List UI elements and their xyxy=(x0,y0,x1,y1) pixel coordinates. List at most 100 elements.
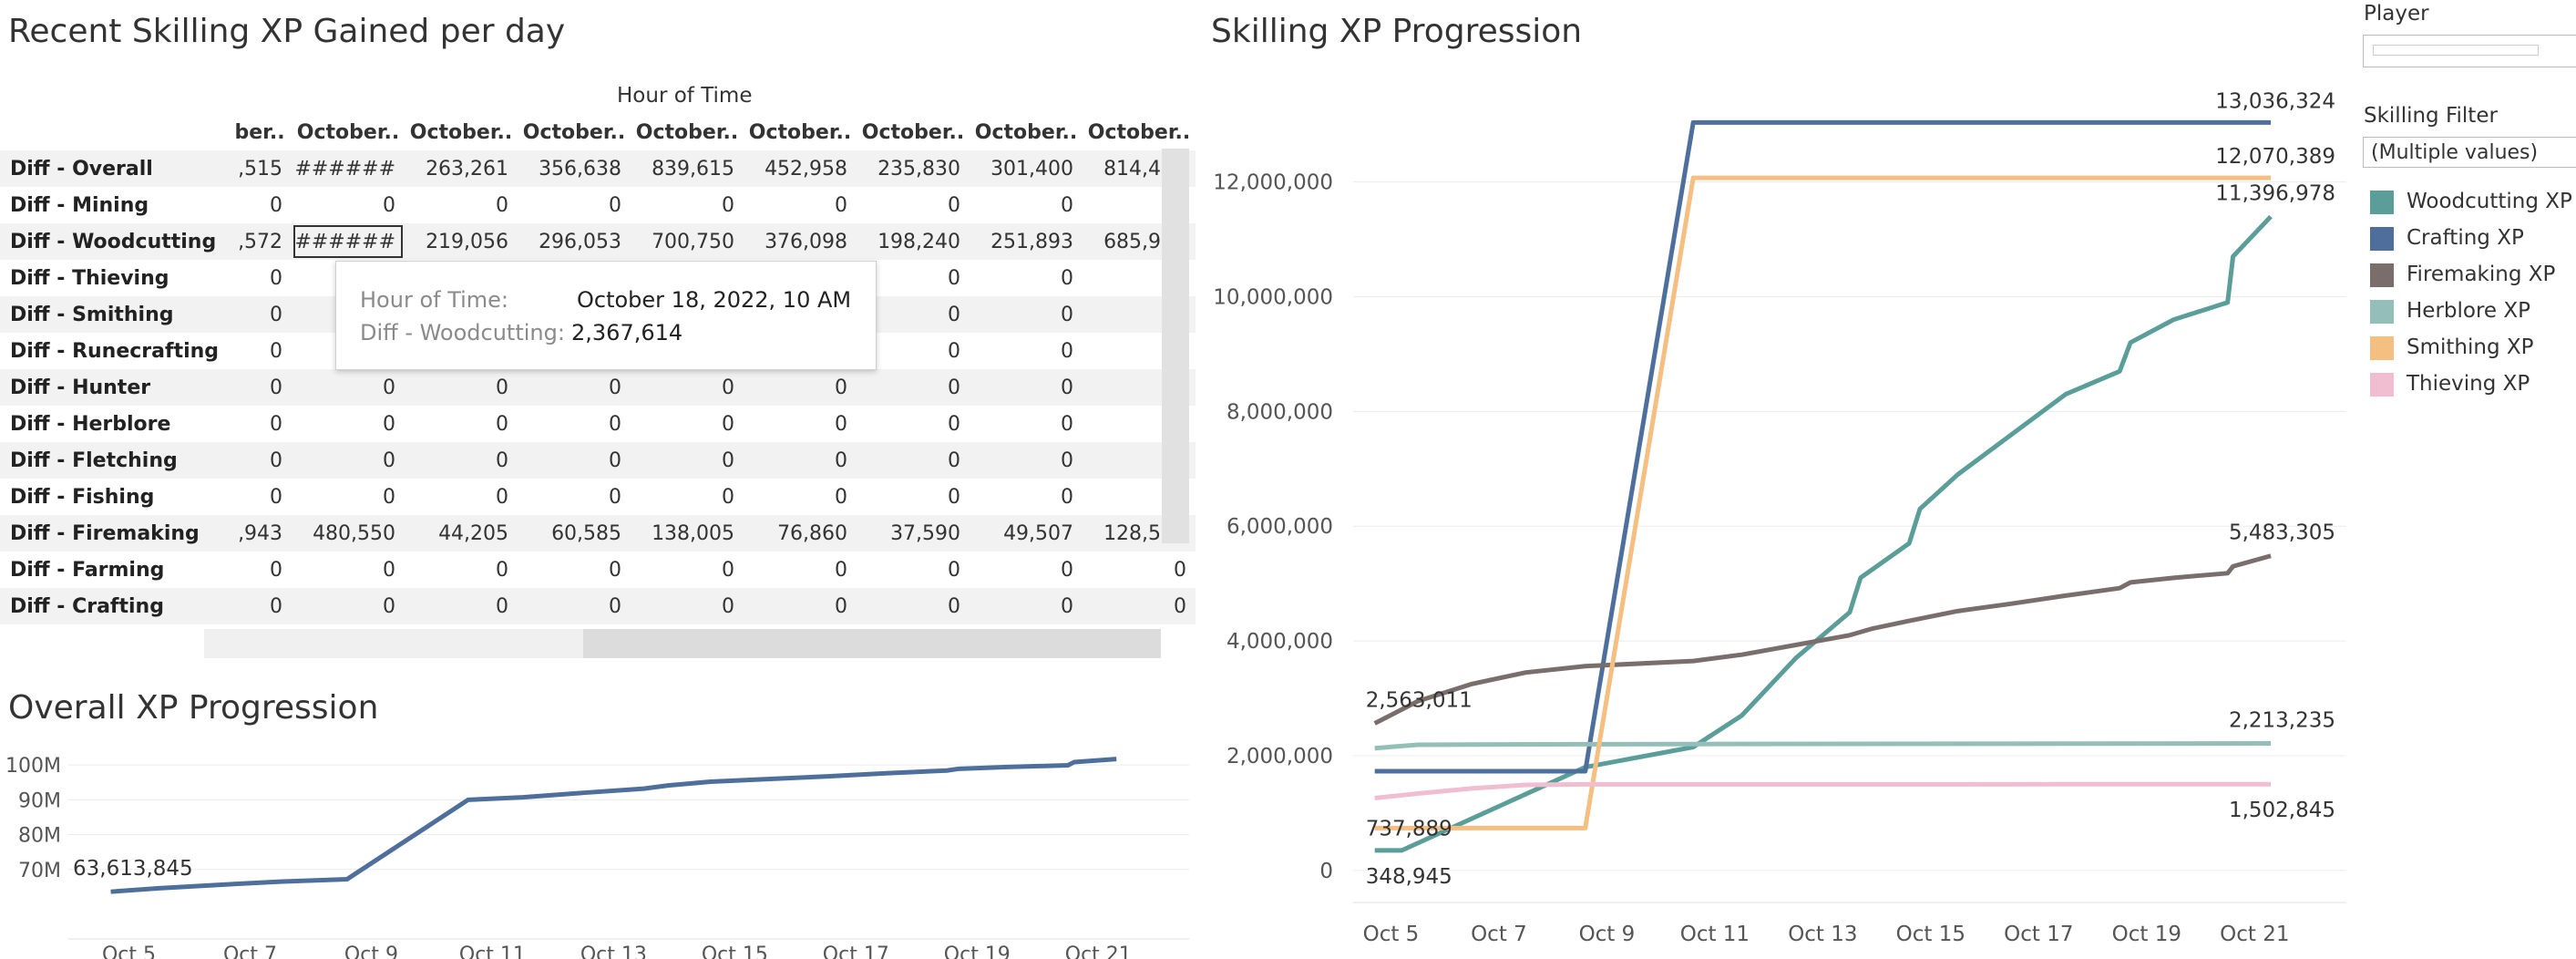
table-cell[interactable]: 0 xyxy=(857,552,970,588)
row-header[interactable]: Diff - Crafting xyxy=(0,588,229,624)
table-cell[interactable]: 0 xyxy=(970,442,1083,479)
column-header[interactable]: October.. xyxy=(857,114,970,150)
row-header[interactable]: Diff - Smithing xyxy=(0,296,229,333)
table-cell[interactable]: 296,053 xyxy=(518,223,631,260)
table-cell[interactable]: 0 xyxy=(518,588,631,624)
table-cell[interactable]: 700,750 xyxy=(631,223,744,260)
column-header[interactable]: October.. xyxy=(970,114,1083,150)
table-cell[interactable]: 0 xyxy=(228,296,292,333)
column-header[interactable]: October.. xyxy=(405,114,518,150)
table-cell[interactable]: 452,958 xyxy=(744,150,857,187)
table-cell[interactable]: 376,098 xyxy=(744,223,857,260)
legend-item[interactable]: Firemaking XP xyxy=(2370,263,2555,290)
table-cell[interactable]: 219,056 xyxy=(405,223,518,260)
table-cell[interactable]: 0 xyxy=(518,479,631,515)
table-cell[interactable]: ,572 xyxy=(228,223,292,260)
row-header[interactable]: Diff - Fishing xyxy=(0,479,228,515)
table-cell[interactable]: ###### xyxy=(292,150,405,187)
table-cell[interactable]: 356,638 xyxy=(518,150,631,187)
row-header[interactable]: Diff - Woodcutting xyxy=(0,223,229,260)
table-cell[interactable]: 0 xyxy=(228,333,292,369)
table-cell[interactable]: 0 xyxy=(744,187,857,223)
skilling-filter-dropdown[interactable]: (Multiple values) xyxy=(2363,137,2576,168)
table-cell[interactable]: 0 xyxy=(518,442,631,479)
table-cell[interactable]: 0 xyxy=(1083,588,1196,624)
player-input[interactable] xyxy=(2363,35,2576,67)
table-cell[interactable]: 0 xyxy=(631,442,744,479)
table-cell[interactable]: 0 xyxy=(857,406,970,442)
row-header[interactable]: Diff - Firemaking xyxy=(0,515,229,552)
table-cell[interactable]: 0 xyxy=(857,479,970,515)
table-cell[interactable]: 0 xyxy=(631,369,744,406)
table-cell[interactable]: 0 xyxy=(292,187,405,223)
table-cell[interactable]: 0 xyxy=(744,552,857,588)
table-cell[interactable]: 0 xyxy=(518,552,631,588)
table-cell[interactable]: 0 xyxy=(970,260,1083,296)
table-cell[interactable]: 0 xyxy=(405,442,518,479)
table-cell[interactable]: 49,507 xyxy=(970,515,1083,552)
table-cell[interactable]: 0 xyxy=(518,369,631,406)
table-cell[interactable]: 0 xyxy=(292,406,405,442)
table-cell[interactable]: 0 xyxy=(970,333,1083,369)
table-cell[interactable]: 235,830 xyxy=(857,150,970,187)
legend-item[interactable]: Smithing XP xyxy=(2370,335,2534,363)
table-cell[interactable]: 0 xyxy=(292,552,405,588)
table-cell[interactable]: 0 xyxy=(292,369,405,406)
table-cell[interactable]: 251,893 xyxy=(970,223,1083,260)
table-cell[interactable]: 0 xyxy=(228,260,292,296)
table-cell[interactable]: 0 xyxy=(405,552,518,588)
legend-item[interactable]: Herblore XP xyxy=(2370,299,2530,326)
table-cell[interactable]: 0 xyxy=(228,442,292,479)
table-cell[interactable]: 0 xyxy=(518,187,631,223)
table-cell[interactable]: 0 xyxy=(744,406,857,442)
column-header[interactable]: ber.. xyxy=(228,114,292,150)
table-cell[interactable]: 0 xyxy=(1083,552,1196,588)
table-cell[interactable]: 0 xyxy=(292,442,405,479)
table-cell[interactable]: 0 xyxy=(857,588,970,624)
table-cell[interactable]: 0 xyxy=(857,187,970,223)
row-header[interactable]: Diff - Fletching xyxy=(0,442,229,479)
table-cell[interactable]: 0 xyxy=(228,552,292,588)
row-header[interactable]: Diff - Herblore xyxy=(0,406,228,442)
table-cell[interactable]: 44,205 xyxy=(405,515,518,552)
row-header[interactable]: Diff - Thieving xyxy=(0,260,228,296)
column-header[interactable]: October.. xyxy=(292,114,405,150)
table-cell[interactable]: 0 xyxy=(744,588,857,624)
table-cell[interactable]: 0 xyxy=(970,552,1083,588)
table-cell[interactable]: ###### xyxy=(292,223,405,260)
crosstab-vertical-scrollbar[interactable] xyxy=(1162,149,1189,543)
row-header[interactable]: Diff - Runecrafting xyxy=(0,333,228,369)
table-cell[interactable]: 301,400 xyxy=(970,150,1083,187)
legend-item[interactable]: Woodcutting XP xyxy=(2370,190,2572,217)
table-cell[interactable]: 0 xyxy=(744,369,857,406)
table-cell[interactable]: 0 xyxy=(631,479,744,515)
table-cell[interactable]: 0 xyxy=(970,588,1083,624)
table-cell[interactable]: 0 xyxy=(970,369,1083,406)
table-cell[interactable]: 198,240 xyxy=(857,223,970,260)
table-cell[interactable]: 0 xyxy=(228,479,292,515)
table-cell[interactable]: 0 xyxy=(405,369,518,406)
table-cell[interactable]: 37,590 xyxy=(857,515,970,552)
column-header[interactable]: October.. xyxy=(744,114,857,150)
legend-item[interactable]: Thieving XP xyxy=(2370,372,2530,399)
column-header[interactable]: October.. xyxy=(1083,114,1196,150)
table-cell[interactable]: 0 xyxy=(970,406,1083,442)
table-cell[interactable]: 0 xyxy=(631,552,744,588)
table-cell[interactable]: 0 xyxy=(970,296,1083,333)
table-cell[interactable]: 138,005 xyxy=(631,515,744,552)
table-cell[interactable]: 0 xyxy=(228,187,292,223)
table-cell[interactable]: 0 xyxy=(857,369,970,406)
table-cell[interactable]: 480,550 xyxy=(292,515,405,552)
table-cell[interactable]: 0 xyxy=(405,406,518,442)
table-cell[interactable]: 0 xyxy=(631,406,744,442)
table-cell[interactable]: 0 xyxy=(405,588,518,624)
table-cell[interactable]: 0 xyxy=(228,588,292,624)
row-header[interactable]: Diff - Hunter xyxy=(0,369,229,406)
row-header[interactable]: Diff - Mining xyxy=(0,187,228,223)
column-header[interactable]: October.. xyxy=(631,114,744,150)
table-cell[interactable]: 60,585 xyxy=(518,515,631,552)
row-header[interactable]: Diff - Overall xyxy=(0,150,229,187)
table-cell[interactable]: 0 xyxy=(228,369,292,406)
table-cell[interactable]: 0 xyxy=(970,479,1083,515)
table-cell[interactable]: 0 xyxy=(631,187,744,223)
